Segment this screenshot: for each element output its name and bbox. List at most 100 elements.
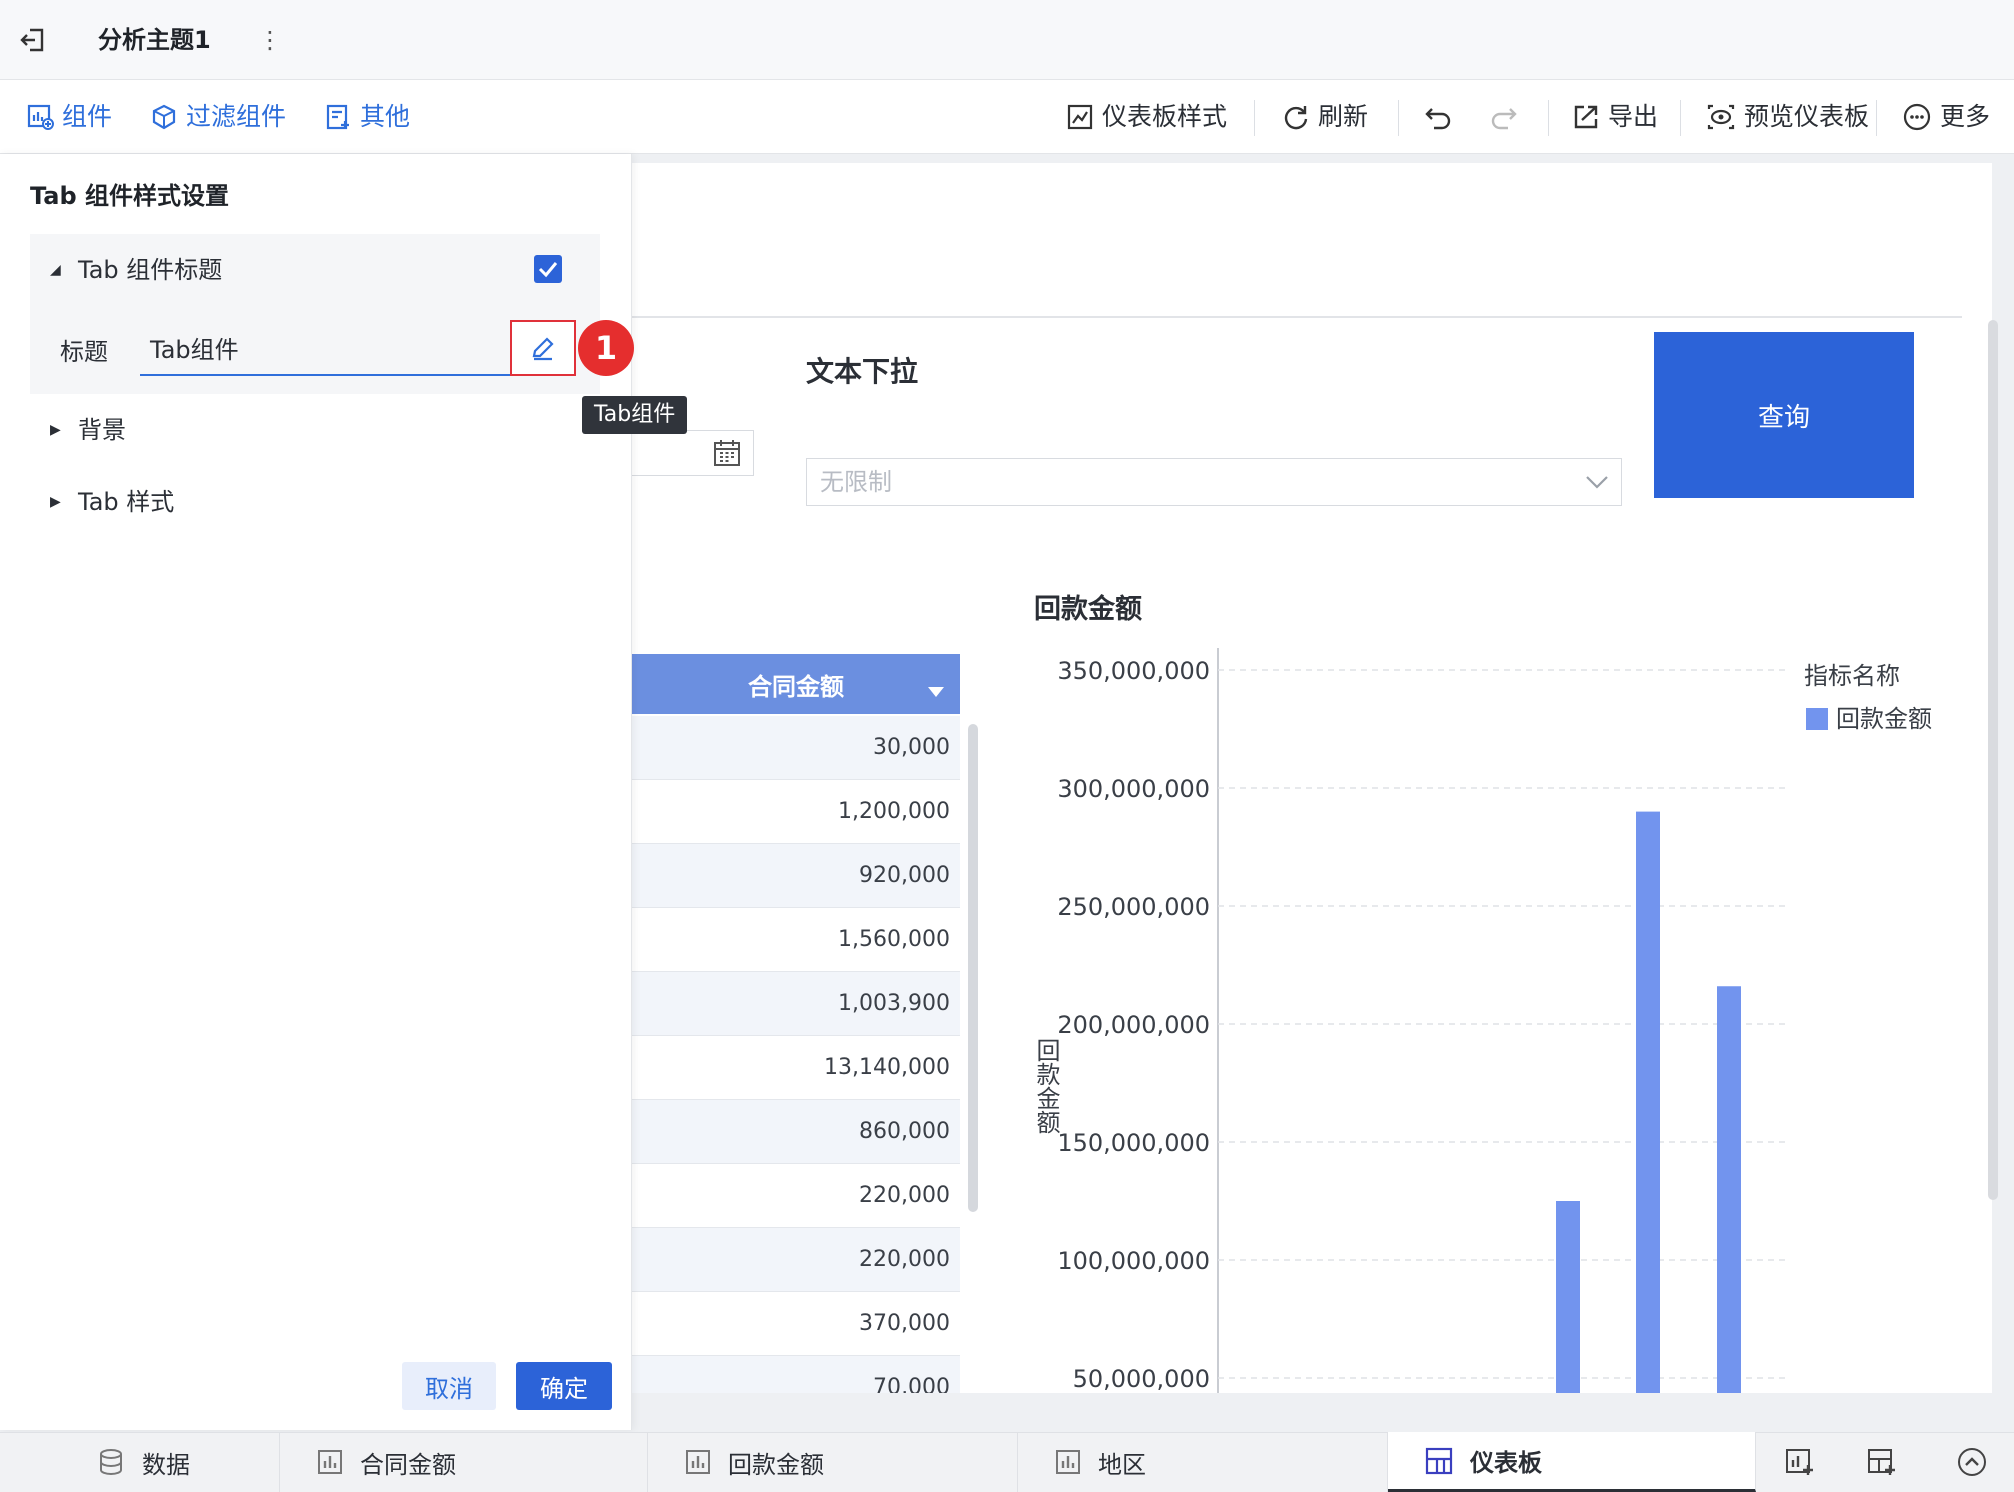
add-doc-icon [324, 103, 352, 131]
title-more-icon[interactable]: ⋮ [258, 22, 282, 58]
tab-payment-amount-label: 回款金额 [728, 1450, 824, 1479]
table-row: 1,560,000 [632, 908, 960, 972]
background-section-label: 背景 [78, 416, 126, 444]
y-tick-label: 50,000,000 [1073, 1365, 1210, 1393]
filter-component-button[interactable]: 过滤组件 [150, 98, 286, 136]
database-icon [100, 1449, 122, 1475]
tab-divider [632, 316, 1962, 318]
toolbar-divider [1876, 100, 1877, 136]
table-row: 220,000 [632, 1164, 960, 1228]
tab-region[interactable]: 地区 [1018, 1432, 1388, 1492]
style-icon [1066, 103, 1094, 131]
tab-title-section-header[interactable]: ◢ Tab 组件标题 [50, 252, 222, 288]
expand-triangle-icon: ▶ [50, 422, 61, 438]
table-row: 30,000 [632, 716, 960, 780]
add-chart-tab-icon[interactable] [1784, 1446, 1816, 1478]
bar [1636, 811, 1660, 1393]
preview-dashboard-label: 预览仪表板 [1744, 102, 1870, 131]
collapse-triangle-icon: ◢ [50, 262, 61, 278]
bar [1556, 1201, 1580, 1393]
table-body: 30,000 1,200,000 920,000 1,560,000 1,003… [632, 716, 960, 1393]
table-row: 220,000 [632, 1228, 960, 1292]
table-row: 1,200,000 [632, 780, 960, 844]
tab-data-label: 数据 [142, 1450, 190, 1479]
legend-label: 回款金额 [1836, 705, 1932, 733]
component-label: 组件 [62, 102, 113, 131]
other-label: 其他 [360, 102, 411, 131]
table-row: 920,000 [632, 844, 960, 908]
tab-style-section-header[interactable]: ▶ Tab 样式 [50, 484, 174, 520]
tab-style-section-label: Tab 样式 [78, 488, 175, 516]
toolbar-divider [1680, 100, 1681, 136]
bar-chart-icon [686, 1450, 710, 1474]
undo-icon [1424, 103, 1454, 131]
show-title-checkbox[interactable] [534, 255, 562, 283]
panel-title: Tab 组件样式设置 [30, 182, 230, 210]
calendar-icon[interactable] [712, 438, 742, 468]
dashboard-style-button[interactable]: 仪表板样式 [1066, 98, 1227, 136]
tab-dashboard-label: 仪表板 [1470, 1449, 1542, 1477]
table-row: 1,003,900 [632, 972, 960, 1036]
tab-payment-amount[interactable]: 回款金额 [648, 1432, 1018, 1492]
filter-cube-icon [150, 103, 178, 131]
refresh-icon [1282, 103, 1310, 131]
table-scrollbar[interactable] [968, 724, 978, 1212]
title-input[interactable]: Tab组件 [140, 326, 512, 376]
tooltip: Tab组件 [582, 396, 688, 434]
export-icon [1572, 103, 1600, 131]
add-chart-icon [26, 103, 54, 131]
chart-title: 回款金额 [1034, 594, 1142, 625]
y-tick-label: 100,000,000 [1057, 1247, 1210, 1275]
dropdown-filter-value: 无限制 [820, 468, 892, 496]
table-row: 13,140,000 [632, 1036, 960, 1100]
preview-dashboard-button[interactable]: 预览仪表板 [1706, 98, 1869, 136]
more-label: 更多 [1940, 102, 1991, 131]
legend-swatch [1806, 708, 1828, 730]
tab-contract-amount[interactable]: 合同金额 [280, 1432, 648, 1492]
table-header-label: 合同金额 [748, 672, 844, 701]
tab-data[interactable]: 数据 [60, 1432, 280, 1492]
collapse-up-icon[interactable] [1956, 1446, 1988, 1478]
expand-triangle-icon: ▶ [50, 494, 61, 510]
toolbar: 组件 过滤组件 其他 仪表板样式 刷新 导出 预览仪表板 更多 [0, 80, 2014, 154]
export-button[interactable]: 导出 [1572, 98, 1658, 136]
page-title: 分析主题1 [98, 26, 211, 54]
bar [1717, 986, 1741, 1393]
table-row: 370,000 [632, 1292, 960, 1356]
dropdown-filter-select[interactable] [806, 458, 1622, 506]
more-button[interactable]: 更多 [1902, 98, 1990, 136]
bar-chart-icon [318, 1450, 342, 1474]
toolbar-divider [1254, 100, 1255, 136]
query-button[interactable]: 查询 [1654, 332, 1914, 498]
edit-title-button[interactable] [510, 320, 576, 376]
dropdown-filter-label: 文本下拉 [806, 355, 919, 388]
refresh-button[interactable]: 刷新 [1282, 98, 1368, 136]
y-tick-label: 350,000,000 [1057, 657, 1210, 685]
background-section-header[interactable]: ▶ 背景 [50, 412, 126, 448]
section-title-label: Tab 组件标题 [78, 256, 223, 284]
export-label: 导出 [1608, 102, 1659, 131]
y-tick-label: 200,000,000 [1057, 1011, 1210, 1039]
toolbar-divider [1398, 100, 1399, 136]
redo-button[interactable] [1488, 98, 1518, 136]
filter-component-label: 过滤组件 [186, 102, 287, 131]
y-tick-label: 300,000,000 [1057, 775, 1210, 803]
sort-down-icon[interactable] [928, 682, 944, 697]
refresh-label: 刷新 [1318, 102, 1369, 131]
step-badge: 1 [578, 320, 634, 376]
other-button[interactable]: 其他 [324, 98, 410, 136]
table-header-contract-amount[interactable]: 合同金额 [632, 654, 960, 714]
exit-icon[interactable] [18, 24, 50, 56]
table-row: 70,000 [632, 1356, 960, 1393]
cancel-button[interactable]: 取消 [402, 1362, 496, 1410]
component-button[interactable]: 组件 [26, 98, 112, 136]
undo-button[interactable] [1424, 98, 1454, 136]
tab-dashboard[interactable]: 仪表板 [1388, 1432, 1756, 1492]
dashboard-style-label: 仪表板样式 [1102, 102, 1228, 131]
chevron-down-icon [1584, 470, 1610, 494]
add-dashboard-tab-icon[interactable] [1866, 1446, 1898, 1478]
bar-chart-icon [1056, 1450, 1080, 1474]
dashboard-icon [1425, 1447, 1453, 1474]
tab-region-label: 地区 [1098, 1450, 1146, 1479]
confirm-button[interactable]: 确定 [516, 1362, 612, 1410]
